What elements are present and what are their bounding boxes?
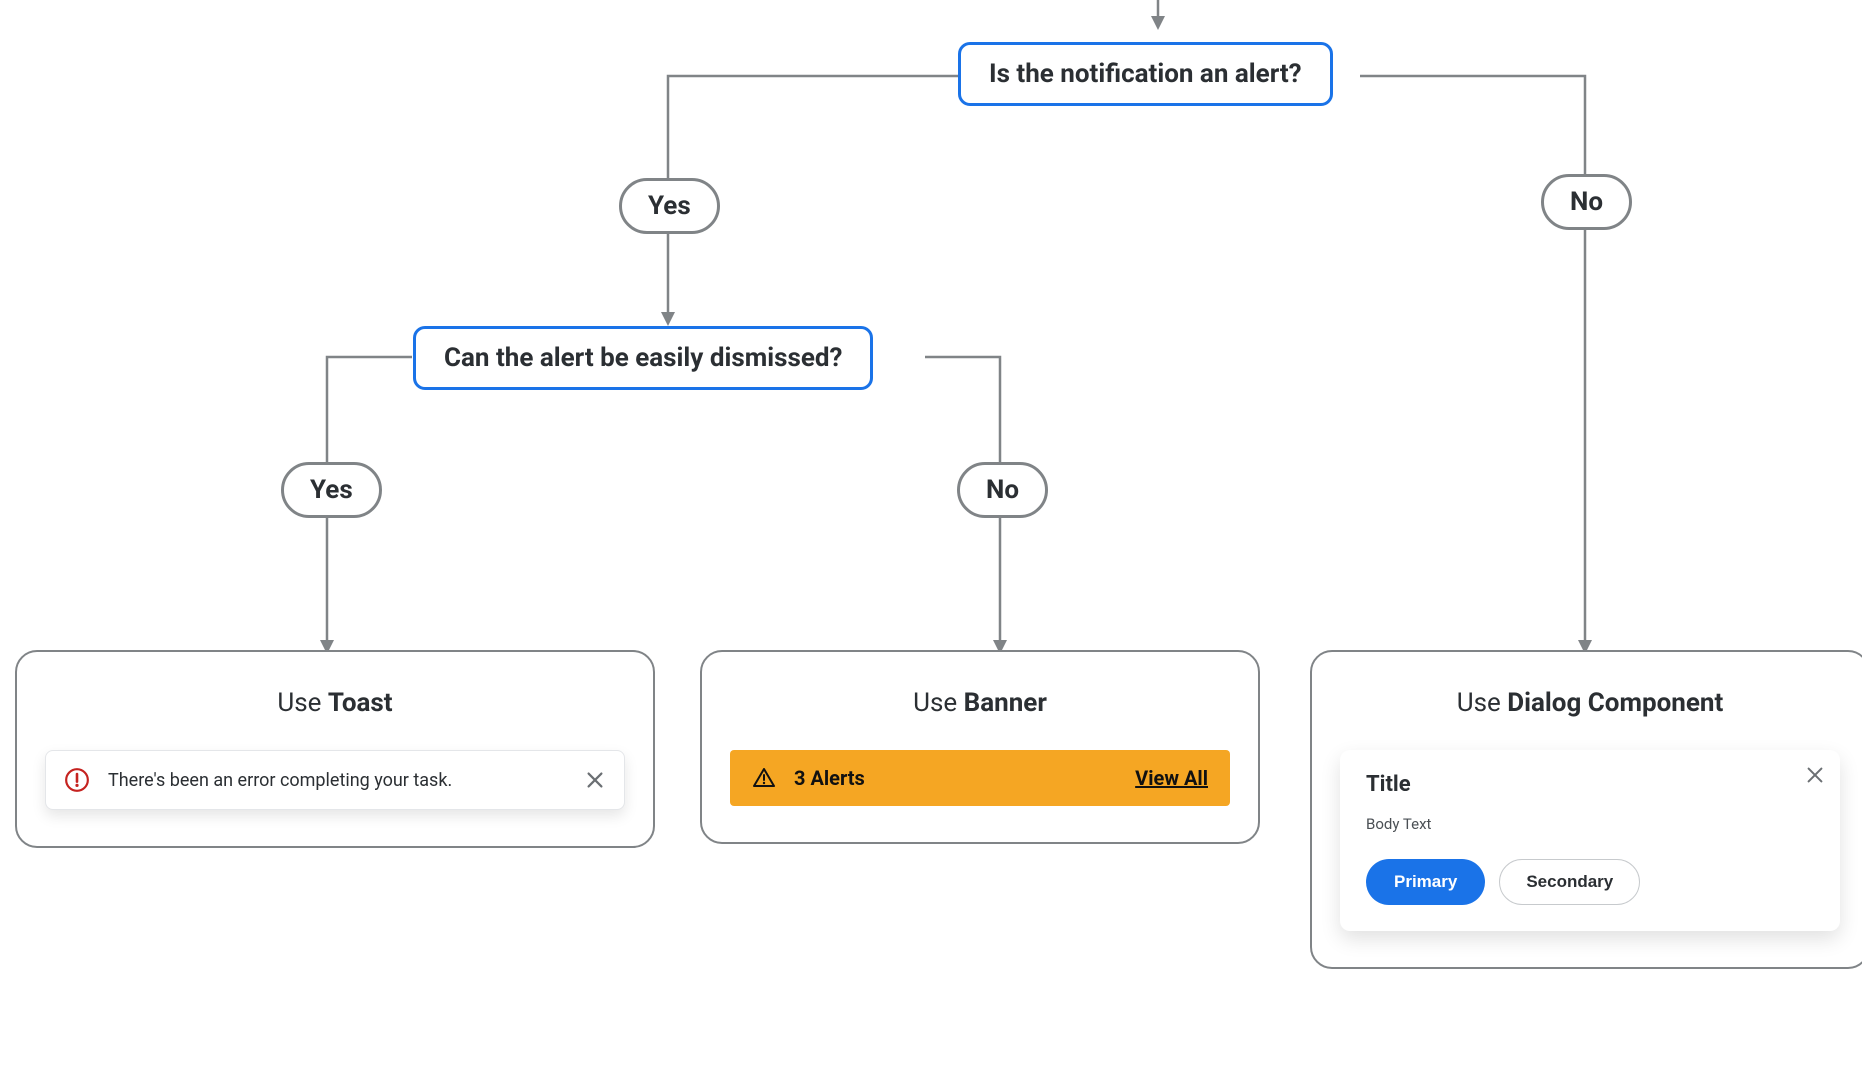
leaf-title: Use Dialog Component	[1340, 688, 1840, 718]
dialog-example: Title Body Text Primary Secondary	[1340, 750, 1840, 931]
toast-example: There's been an error completing your ta…	[45, 750, 625, 810]
leaf-use-dialog: Use Dialog Component Title Body Text Pri…	[1310, 650, 1862, 969]
close-icon[interactable]	[584, 769, 606, 791]
close-icon[interactable]	[1804, 764, 1826, 786]
toast-message: There's been an error completing your ta…	[108, 770, 566, 791]
banner-example: 3 Alerts View All	[730, 750, 1230, 806]
question-dismissable: Can the alert be easily dismissed?	[413, 326, 873, 390]
banner-view-all-link[interactable]: View All	[1135, 766, 1208, 790]
answer-yes-2: Yes	[281, 462, 382, 518]
leaf-title: Use Banner	[730, 688, 1230, 718]
answer-yes-1: Yes	[619, 178, 720, 234]
dialog-title: Title	[1366, 772, 1814, 797]
answer-text: Yes	[648, 191, 691, 221]
warning-icon	[752, 766, 776, 790]
banner-text: 3 Alerts	[794, 766, 1117, 790]
answer-no-2: No	[957, 462, 1048, 518]
question-is-alert: Is the notification an alert?	[958, 42, 1333, 106]
question-text: Can the alert be easily dismissed?	[444, 343, 842, 373]
answer-text: No	[1570, 187, 1603, 217]
question-text: Is the notification an alert?	[989, 59, 1302, 89]
leaf-use-banner: Use Banner 3 Alerts View All	[700, 650, 1260, 844]
answer-text: No	[986, 475, 1019, 505]
answer-no-1: No	[1541, 174, 1632, 230]
answer-text: Yes	[310, 475, 353, 505]
error-icon	[64, 767, 90, 793]
secondary-button[interactable]: Secondary	[1499, 859, 1640, 905]
leaf-use-toast: Use Toast There's been an error completi…	[15, 650, 655, 848]
dialog-body-text: Body Text	[1366, 815, 1814, 833]
dialog-actions: Primary Secondary	[1366, 859, 1814, 905]
primary-button[interactable]: Primary	[1366, 859, 1485, 905]
leaf-title: Use Toast	[45, 688, 625, 718]
